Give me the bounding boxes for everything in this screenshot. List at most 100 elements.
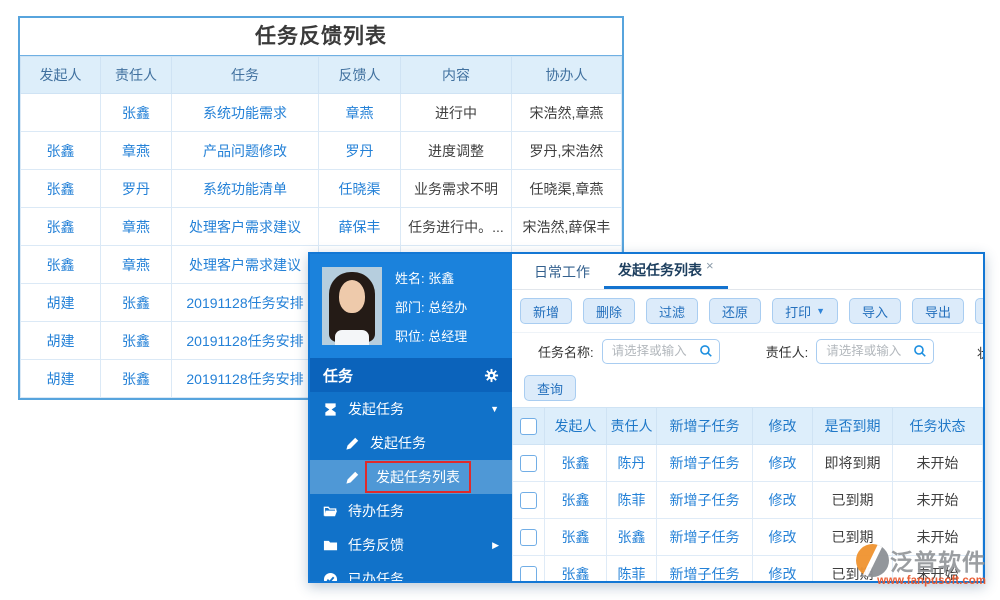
cell-initiator-link[interactable]: 张鑫: [545, 519, 607, 556]
sidebar-item-initiate-task-list[interactable]: 发起任务列表: [310, 460, 512, 494]
close-icon[interactable]: ×: [706, 258, 714, 273]
cell-owner-link[interactable]: 陈菲: [607, 556, 657, 582]
cell-task-link[interactable]: 系统功能需求: [172, 94, 319, 132]
cell-due: 即将到期: [813, 445, 893, 482]
cell-task-link[interactable]: 产品问题修改: [172, 132, 319, 170]
cell-feedback-link[interactable]: 任晓渠: [319, 170, 401, 208]
cell-task-link[interactable]: 处理客户需求建议: [172, 246, 319, 284]
sidebar-item-initiate-task-group[interactable]: 发起任务 ▼: [310, 392, 512, 426]
row-checkbox[interactable]: [520, 492, 537, 509]
cell-task-link[interactable]: 处理客户需求建议: [172, 208, 319, 246]
cell-initiator: [21, 94, 101, 132]
cell-content: 业务需求不明: [401, 170, 512, 208]
page-title: 任务反馈列表: [20, 18, 622, 56]
chevron-down-icon: ▼: [490, 404, 499, 414]
cell-initiator-link[interactable]: 张鑫: [21, 132, 101, 170]
cell-owner-link[interactable]: 陈丹: [607, 445, 657, 482]
col-header-owner: 责任人: [101, 57, 172, 94]
cell-owner-link[interactable]: 章燕: [101, 246, 172, 284]
filter-button[interactable]: 过滤: [646, 298, 698, 324]
col-header-due: 是否到期: [813, 408, 893, 445]
table-row: 张鑫 陈丹 新增子任务 修改 即将到期 未开始: [513, 445, 983, 482]
task-name-input[interactable]: [603, 344, 698, 358]
cell-initiator-link[interactable]: 张鑫: [21, 208, 101, 246]
cell-owner-link[interactable]: 罗丹: [101, 170, 172, 208]
sidebar-item-label-highlighted: 发起任务列表: [365, 461, 471, 493]
export-button[interactable]: 导出: [912, 298, 964, 324]
sidebar-item-label: 待办任务: [348, 501, 404, 521]
cell-initiator-link[interactable]: 胡建: [21, 322, 101, 360]
row-checkbox[interactable]: [520, 455, 537, 472]
col-header-initiator: 发起人: [545, 408, 607, 445]
table-row: 张鑫 陈菲 新增子任务 修改 已到期 未开始: [513, 482, 983, 519]
cell-owner-link[interactable]: 张鑫: [101, 94, 172, 132]
cell-assistant: 宋浩然,薛保丰: [512, 208, 622, 246]
cell-initiator-link[interactable]: 胡建: [21, 284, 101, 322]
tab-initiate-task-list[interactable]: 发起任务列表 ×: [604, 254, 728, 289]
search-icon[interactable]: [699, 344, 713, 358]
cell-feedback-link[interactable]: 章燕: [319, 94, 401, 132]
cell-assistant: 宋浩然,章燕: [512, 94, 622, 132]
cell-initiator-link[interactable]: 胡建: [21, 360, 101, 398]
cell-owner-link[interactable]: 章燕: [101, 208, 172, 246]
sidebar-item-todo-task[interactable]: 待办任务: [310, 494, 512, 528]
sidebar-item-label: 发起任务: [370, 433, 426, 453]
delete-button[interactable]: 删除: [583, 298, 635, 324]
cell-owner-link[interactable]: 张鑫: [101, 284, 172, 322]
pencil-icon: [345, 436, 360, 451]
cell-task-link[interactable]: 系统功能清单: [172, 170, 319, 208]
modify-link[interactable]: 修改: [753, 445, 813, 482]
cell-task-link[interactable]: 20191128任务安排: [172, 322, 319, 360]
cell-owner-link[interactable]: 张鑫: [607, 519, 657, 556]
button-label: 导入: [862, 302, 888, 321]
modify-link[interactable]: 修改: [753, 482, 813, 519]
modify-link[interactable]: 修改: [753, 519, 813, 556]
cell-owner-link[interactable]: 张鑫: [101, 360, 172, 398]
tab-daily-work[interactable]: 日常工作: [520, 254, 604, 289]
table-row: 张鑫 章燕 处理客户需求建议 薛保丰 任务进行中。... 宋浩然,薛保丰: [21, 208, 622, 246]
cell-initiator-link[interactable]: 张鑫: [21, 246, 101, 284]
cell-task-link[interactable]: 20191128任务安排: [172, 360, 319, 398]
chevron-down-icon: ▼: [816, 306, 825, 316]
cell-initiator-link[interactable]: 张鑫: [545, 556, 607, 582]
cell-owner-link[interactable]: 章燕: [101, 132, 172, 170]
search-icon[interactable]: [913, 344, 927, 358]
sidebar-item-task-feedback[interactable]: 任务反馈 ▶: [310, 528, 512, 562]
cell-feedback-link[interactable]: 罗丹: [319, 132, 401, 170]
cell-task-link[interactable]: 20191128任务安排: [172, 284, 319, 322]
col-header-content: 内容: [401, 57, 512, 94]
brand-row: 泛普软件: [856, 543, 986, 577]
gear-icon[interactable]: [484, 368, 499, 383]
add-subtask-link[interactable]: 新增子任务: [657, 482, 753, 519]
profile-department: 部门: 总经办: [395, 297, 467, 316]
add-subtask-link[interactable]: 新增子任务: [657, 556, 753, 582]
sidebar-item-label: 发起任务: [348, 399, 404, 419]
cell-initiator-link[interactable]: 张鑫: [21, 170, 101, 208]
avatar: [322, 267, 382, 345]
import-button[interactable]: 导入: [849, 298, 901, 324]
add-button[interactable]: 新增: [520, 298, 572, 324]
cell-initiator-link[interactable]: 张鑫: [545, 445, 607, 482]
cell-feedback-link[interactable]: 薛保丰: [319, 208, 401, 246]
sidebar-item-label: 已办任务: [348, 569, 404, 581]
brand-name: 泛普软件: [890, 543, 986, 577]
cell-initiator-link[interactable]: 张鑫: [545, 482, 607, 519]
owner-label: 责任人:: [766, 342, 809, 361]
row-checkbox[interactable]: [520, 529, 537, 546]
sidebar-item-done-task[interactable]: 已办任务: [310, 562, 512, 581]
button-label: 还原: [722, 302, 748, 321]
cell-owner-link[interactable]: 陈菲: [607, 482, 657, 519]
restore-button[interactable]: 还原: [709, 298, 761, 324]
query-button[interactable]: 查询: [524, 375, 576, 401]
owner-input[interactable]: [817, 344, 912, 358]
view-log-button[interactable]: 查看日志: [975, 298, 983, 324]
row-checkbox[interactable]: [520, 566, 537, 581]
print-button[interactable]: 打印 ▼: [772, 298, 838, 324]
sidebar-item-initiate-task[interactable]: 发起任务: [310, 426, 512, 460]
add-subtask-link[interactable]: 新增子任务: [657, 445, 753, 482]
add-subtask-link[interactable]: 新增子任务: [657, 519, 753, 556]
modify-link[interactable]: 修改: [753, 556, 813, 582]
cell-owner-link[interactable]: 张鑫: [101, 322, 172, 360]
checkbox-cell: [513, 519, 545, 556]
select-all-checkbox[interactable]: [520, 418, 537, 435]
